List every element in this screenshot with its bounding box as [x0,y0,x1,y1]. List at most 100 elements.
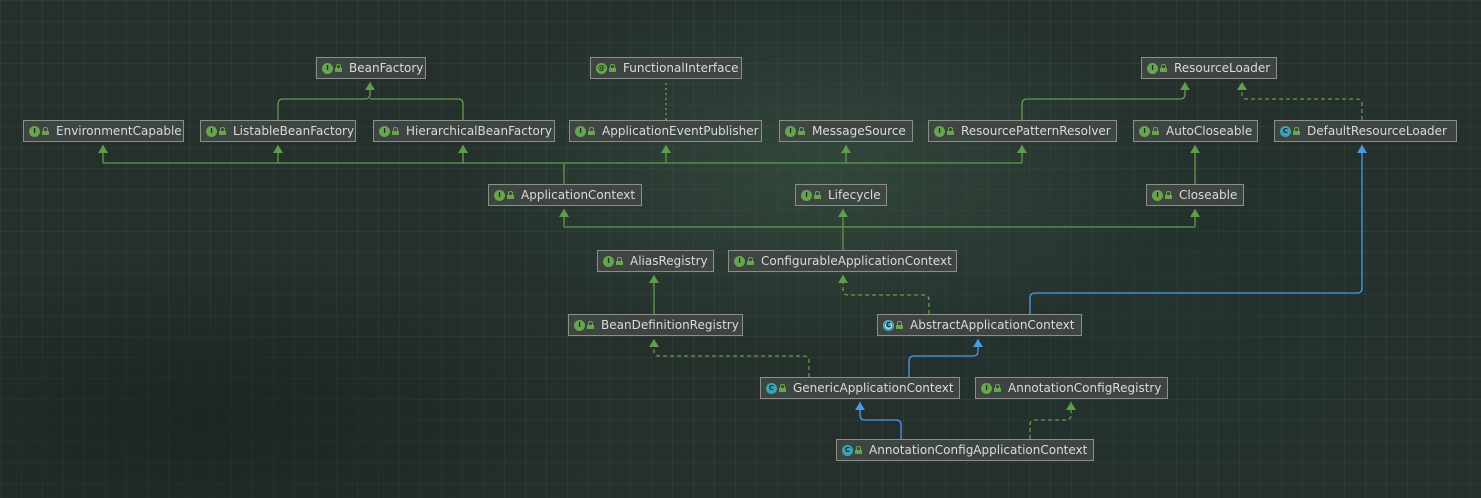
node-default-resource-loader[interactable]: C DefaultResourceLoader [1274,120,1457,142]
public-visibility-icon [392,127,399,135]
arrowhead [838,275,848,283]
node-resource-pattern-resolver[interactable]: I ResourcePatternResolver [928,120,1117,142]
arrowhead [1237,82,1247,90]
node-label: ResourcePatternResolver [961,124,1111,138]
node-closeable[interactable]: I Closeable [1146,184,1244,206]
public-visibility-icon [1160,64,1167,72]
interface-icon: I [494,189,505,201]
edge-abstract-to-configctx [838,275,930,314]
node-message-source[interactable]: I MessageSource [779,120,913,142]
node-label: EnvironmentCapable [56,124,182,138]
node-label: DefaultResourceLoader [1307,124,1447,138]
class-icon: C [766,382,777,394]
node-bean-factory[interactable]: I BeanFactory [316,57,426,79]
node-listable-bean-factory[interactable]: I ListableBeanFactory [200,120,356,142]
arrowhead [855,402,865,410]
node-label: Closeable [1179,188,1238,202]
arrowhead [458,145,468,153]
edge-appctx-to-publisher [661,145,671,163]
interface-icon: I [785,125,796,137]
public-visibility-icon [779,384,786,392]
node-label: Lifecycle [828,188,881,202]
edge-appctx-to-messagesource [841,145,851,163]
node-label: BeanDefinitionRegistry [601,318,739,332]
node-lifecycle[interactable]: I Lifecycle [795,184,887,206]
edge-appctx-to-environment [98,145,108,163]
interface-icon: I [1152,189,1163,201]
node-functional-interface[interactable]: @ FunctionalInterface [590,57,742,79]
node-resource-loader[interactable]: I ResourceLoader [1141,57,1277,79]
interface-icon: I [734,255,745,267]
public-visibility-icon [587,321,594,329]
arrowhead [838,209,848,217]
public-visibility-icon [747,257,754,265]
edge-defaultloader-to-resourceloader [1237,82,1363,120]
node-configurable-application-context[interactable]: I ConfigurableApplicationContext [728,250,957,272]
arrowhead [661,145,671,153]
node-label: AbstractApplicationContext [910,318,1075,332]
annotation-icon: @ [596,62,607,74]
node-label: ConfigurableApplicationContext [761,254,952,268]
node-label: ListableBeanFactory [233,124,355,138]
public-visibility-icon [994,384,1001,392]
edge-generic-to-beandefreg [649,339,810,377]
interface-icon: I [322,62,333,74]
interface-icon: I [1147,62,1158,74]
node-application-event-publisher[interactable]: I ApplicationEventPublisher [569,120,762,142]
node-label: BeanFactory [349,61,424,75]
public-visibility-icon [814,191,821,199]
edge-configctx-to-lifecycle [838,209,848,227]
edge-listable-to-beanfactory [277,82,375,120]
edge-abstract-to-defaultloader [1029,145,1367,314]
edge-generic-to-abstract [908,339,983,377]
node-label: AliasRegistry [630,254,708,268]
arrowhead [1180,82,1190,90]
arrowhead [1017,145,1027,153]
interface-icon: I [801,189,812,201]
node-bean-definition-registry[interactable]: I BeanDefinitionRegistry [568,314,743,336]
interface-icon: I [1139,125,1150,137]
node-annotation-config-registry[interactable]: I AnnotationConfigRegistry [975,377,1168,399]
edge-resolver-to-resourceloader [1021,82,1190,120]
edge-appctx-to-hierarchical [458,145,468,163]
edge-closeable-to-autocloseable [1190,145,1200,184]
arrowhead [1190,209,1200,217]
node-abstract-application-context[interactable]: C AbstractApplicationContext [877,314,1082,336]
node-generic-application-context[interactable]: C GenericApplicationContext [760,377,960,399]
class-icon: C [842,444,853,456]
node-label: AnnotationConfigRegistry [1008,381,1162,395]
node-auto-closeable[interactable]: I AutoCloseable [1133,120,1258,142]
node-application-context[interactable]: I ApplicationContext [488,184,642,206]
node-label: ApplicationContext [521,188,636,202]
interface-icon: I [575,125,586,137]
node-hierarchical-bean-factory[interactable]: I HierarchicalBeanFactory [373,120,555,142]
arrowhead [98,145,108,153]
public-visibility-icon [1152,127,1159,135]
edge-hierarchical-to-beanfactory [370,98,464,120]
node-annotation-config-application-context[interactable]: C AnnotationConfigApplicationContext [836,439,1094,461]
node-label: MessageSource [812,124,906,138]
public-visibility-icon [588,127,595,135]
node-label: ResourceLoader [1174,61,1271,75]
arrowhead [973,339,983,347]
node-label: ApplicationEventPublisher [602,124,759,138]
edge-annoctx-to-generic [855,402,902,439]
arrowhead [559,209,569,217]
public-visibility-icon [219,127,226,135]
interface-icon: I [29,125,40,137]
interface-icon: I [379,125,390,137]
node-label: AnnotationConfigApplicationContext [869,443,1088,457]
node-alias-registry[interactable]: I AliasRegistry [597,250,714,272]
arrowhead [1066,402,1076,410]
arrowhead [1190,145,1200,153]
interface-icon: I [981,382,992,394]
public-visibility-icon [855,446,862,454]
interface-icon: I [574,319,585,331]
edge-configctx-to-appctx [559,209,569,227]
edge-annoctx-to-annoreg [1029,402,1076,439]
arrowhead [273,145,283,153]
node-label: HierarchicalBeanFactory [406,124,552,138]
arrowhead [649,339,659,347]
node-environment-capable[interactable]: I EnvironmentCapable [23,120,184,142]
edge-appctx-to-resolver [1017,145,1027,163]
